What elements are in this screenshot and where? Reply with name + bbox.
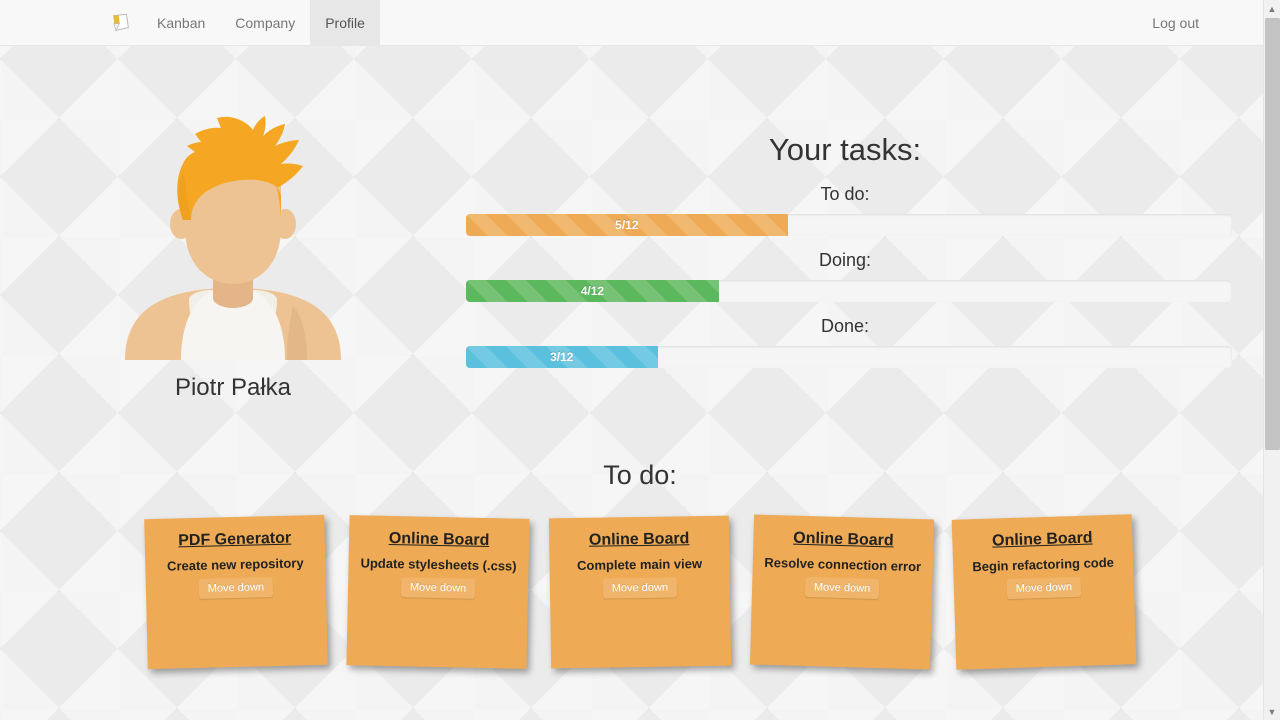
top-navbar: Kanban Company Profile Log out — [0, 0, 1280, 46]
notes-row-todo: PDF Generator Create new repository Move… — [0, 514, 1280, 670]
avatar — [117, 102, 349, 360]
progress-track-todo: 5/12 — [466, 214, 1232, 236]
vertical-scrollbar[interactable]: ▲ ▼ — [1263, 0, 1280, 720]
note-card[interactable]: Online Board Resolve connection error Mo… — [749, 514, 935, 670]
move-down-button[interactable]: Move down — [1006, 576, 1082, 600]
move-down-button[interactable]: Move down — [804, 576, 880, 600]
nav-links: Kanban Company Profile — [142, 0, 380, 45]
profile-column: Piotr Pałka — [0, 60, 466, 402]
sticky-note-icon — [113, 13, 129, 31]
scroll-up-arrow[interactable]: ▲ — [1264, 0, 1280, 17]
note-title: Online Board — [388, 529, 490, 550]
note-title: Online Board — [991, 529, 1093, 550]
logout-link[interactable]: Log out — [1137, 0, 1214, 45]
progress-label-todo: To do: — [820, 184, 870, 204]
tasks-heading: Your tasks: — [768, 132, 922, 167]
note-description: Update stylesheets (.css) — [360, 555, 517, 574]
progress-label-doing: Doing: — [818, 250, 872, 270]
move-down-button[interactable]: Move down — [198, 577, 274, 599]
nav-right-group: Log out — [1137, 0, 1214, 45]
note-card[interactable]: Online Board Begin refactoring code Move… — [951, 514, 1137, 670]
profile-summary-row: Piotr Pałka Your tasks: To do: 5/12 Doin… — [0, 46, 1280, 402]
note-title: PDF Generator — [178, 529, 292, 550]
note-description: Complete main view — [576, 556, 703, 573]
progress-track-done: 3/12 — [466, 346, 1232, 368]
progress-group-todo: To do: 5/12 — [466, 184, 1232, 236]
page-content: Piotr Pałka Your tasks: To do: 5/12 Doin… — [0, 46, 1280, 720]
progress-label-done: Done: — [820, 316, 870, 336]
nav-item-profile[interactable]: Profile — [310, 0, 380, 45]
progress-bar-doing: 4/12 — [466, 280, 719, 302]
progress-group-done: Done: 3/12 — [466, 316, 1232, 368]
note-card[interactable]: PDF Generator Create new repository Move… — [144, 514, 328, 670]
note-description: Resolve connection error — [764, 554, 922, 575]
move-down-button[interactable]: Move down — [602, 577, 678, 599]
progress-group-doing: Doing: 4/12 — [466, 250, 1232, 302]
note-title: Online Board — [793, 529, 894, 550]
note-description: Create new repository — [166, 555, 304, 574]
nav-item-company[interactable]: Company — [220, 0, 310, 45]
section-heading-todo: To do: — [603, 460, 677, 490]
brand-logo[interactable] — [100, 0, 142, 45]
note-card[interactable]: Online Board Update stylesheets (.css) M… — [346, 515, 530, 669]
move-down-button[interactable]: Move down — [400, 577, 476, 599]
progress-track-doing: 4/12 — [466, 280, 1232, 302]
note-description: Begin refactoring code — [972, 554, 1115, 575]
note-title: Online Board — [588, 530, 690, 549]
tasks-column: Your tasks: To do: 5/12 Doing: 4/12 Done… — [466, 60, 1280, 402]
nav-item-kanban[interactable]: Kanban — [142, 0, 220, 45]
user-avatar-illustration — [125, 116, 341, 360]
scrollbar-thumb[interactable] — [1265, 18, 1280, 450]
progress-bar-todo: 5/12 — [466, 214, 788, 236]
profile-name: Piotr Pałka — [174, 374, 292, 401]
scroll-down-arrow[interactable]: ▼ — [1264, 703, 1280, 720]
note-card[interactable]: Online Board Complete main view Move dow… — [548, 515, 732, 669]
progress-bar-done: 3/12 — [466, 346, 658, 368]
